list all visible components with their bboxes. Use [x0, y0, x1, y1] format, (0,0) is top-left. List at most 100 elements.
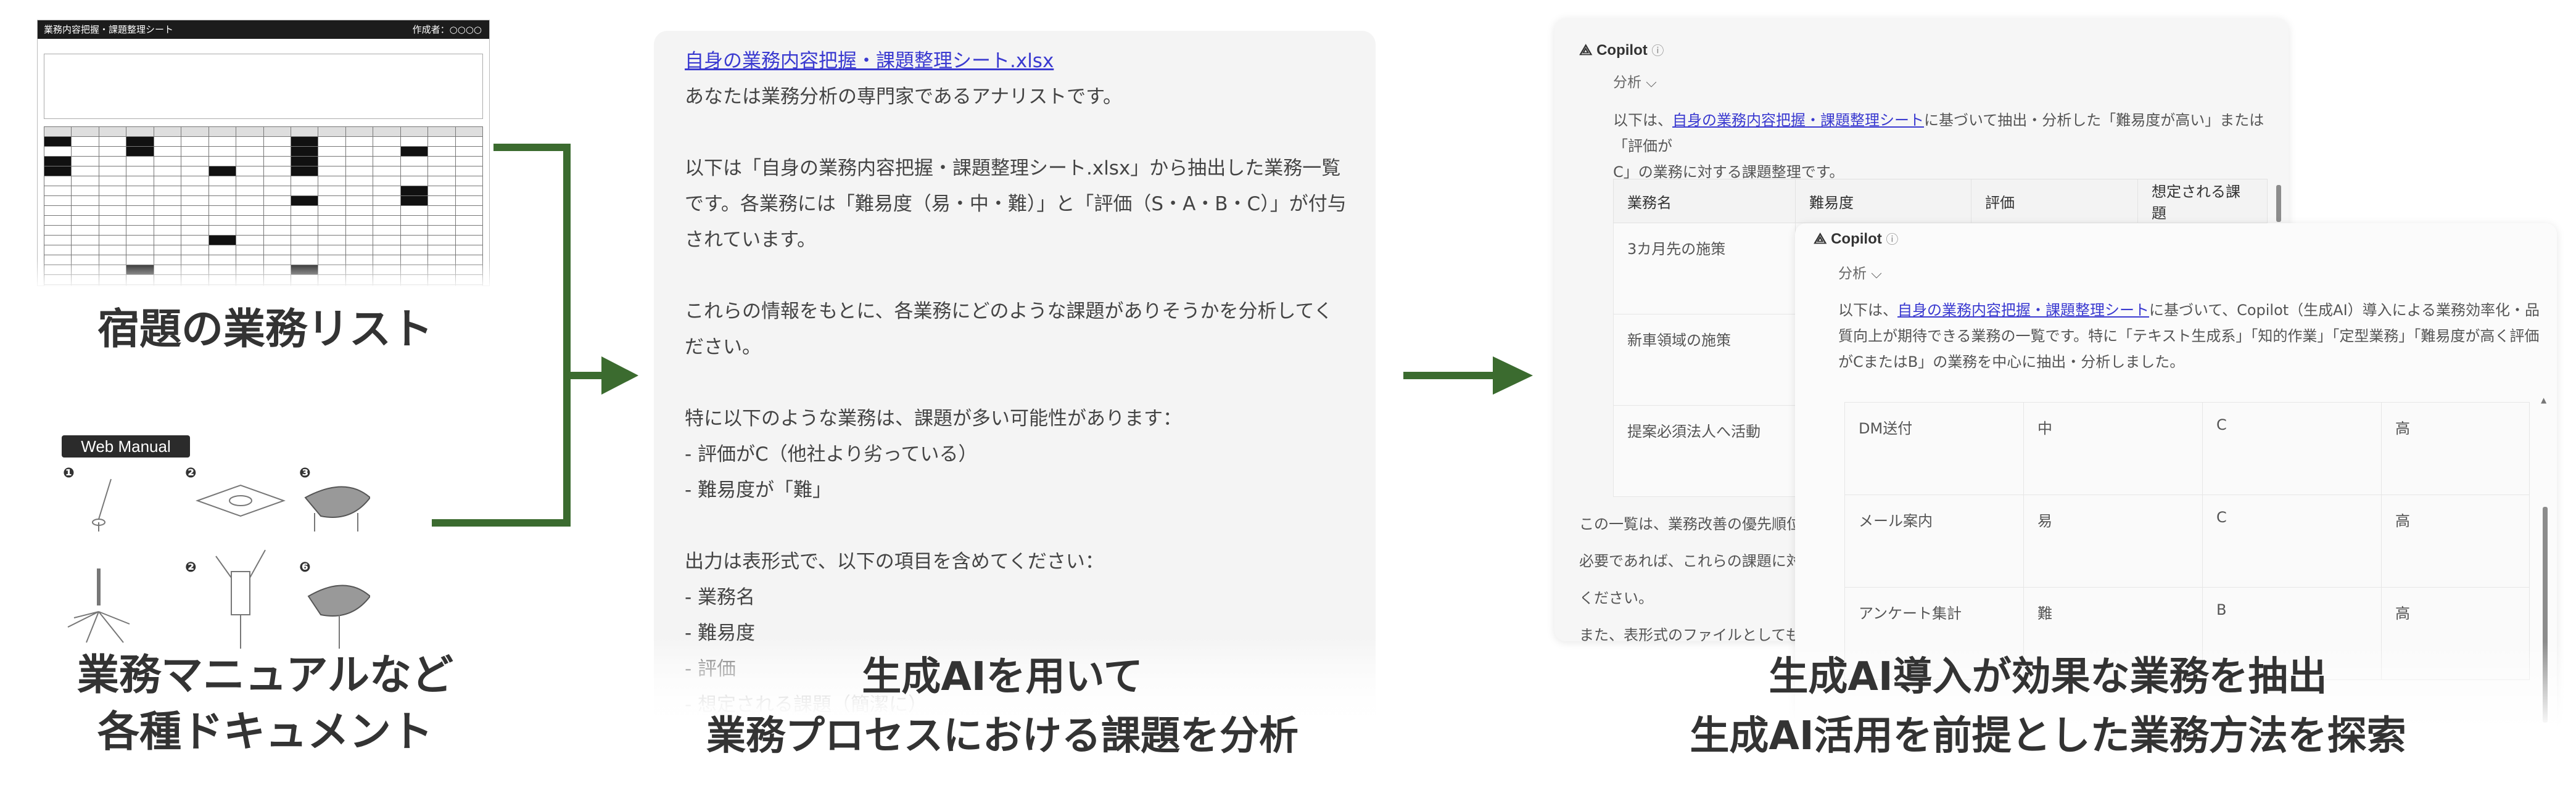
sheet-cell: [427, 156, 456, 166]
sheet-cell: [153, 176, 182, 186]
step-3-seat: [304, 486, 370, 518]
sheet-cell: [373, 186, 401, 196]
sheet-cell: [181, 225, 209, 236]
sheet-cell: [318, 136, 346, 147]
sheet-cell: [71, 225, 99, 236]
sheet-cell: [181, 245, 209, 255]
sheet-cell: [236, 126, 264, 137]
back-card-scrollbar[interactable]: [2276, 185, 2281, 222]
source-file-link[interactable]: 自身の業務内容把握・課題整理シート: [1672, 112, 1924, 129]
extraction-caption-line-1: 生成AI導入が効果な業務を抽出: [1769, 654, 2327, 700]
sheet-cell: [263, 225, 291, 236]
sheet-cell: [181, 205, 209, 216]
info-icon[interactable]: ⓘ: [1651, 44, 1664, 58]
sheet-cell: [427, 245, 456, 255]
sheet-cell: [263, 235, 291, 245]
copilot-intro-text: 以下は、自身の業務内容把握・課題整理シートに基づいて、Copilot（生成AI）…: [1838, 302, 2540, 371]
sheet-cell: [318, 235, 346, 245]
sheet-cell: [71, 235, 99, 245]
sheet-cell: [455, 195, 484, 206]
table-row: DM送付中 C 高: [1844, 402, 2530, 495]
sheet-cell: [71, 156, 99, 166]
sheet-cell: [236, 195, 264, 206]
step-2-plate: [196, 484, 286, 517]
sheet-cell: [236, 225, 264, 236]
sheet-cell: [208, 225, 237, 236]
sheet-cell: [290, 235, 319, 245]
analysis-caption-line-2: 業務プロセスにおける課題を分析: [706, 713, 1298, 759]
sheet-cell: [126, 126, 154, 137]
sheet-cell: [43, 176, 72, 186]
prompt-file-link[interactable]: 自身の業務内容把握・課題整理シート.xlsx: [685, 43, 1351, 79]
sheet-cell: [153, 146, 182, 157]
sheet-cell: [126, 205, 154, 216]
copilot-mode-dropdown[interactable]: 分析 ⌵: [1838, 261, 1882, 282]
sheet-row: [43, 215, 484, 226]
sheet-cell: [126, 156, 154, 166]
sheet-cell: [290, 136, 319, 147]
step-1-part: [98, 478, 112, 520]
sheet-cell: [427, 225, 456, 236]
sheet-cell: [318, 205, 346, 216]
sheet-cell: [400, 146, 429, 157]
sheet-cell: [208, 195, 237, 206]
sheet-cell: [400, 245, 429, 255]
sheet-cell: [290, 166, 319, 176]
sheet-cell: [318, 225, 346, 236]
prompt-line: 以下は「自身の業務内容把握・課題整理シート.xlsx」から抽出した業務一覧: [685, 157, 1341, 179]
connector-bottom-horizontal: [432, 519, 571, 527]
sheet-cell: [318, 146, 346, 157]
copilot-footer-text: この一覧は、業務改善の優先順位 必要であれば、これらの課題に対 ください。 また…: [1579, 515, 1801, 641]
sheet-cell: [290, 205, 319, 216]
sheet-cell: [345, 215, 374, 226]
connector-vertical: [563, 144, 571, 527]
sheet-cell: [455, 245, 484, 255]
sheet-cell: [400, 235, 429, 245]
sheet-cell: [427, 166, 456, 176]
prompt-blank-line: [685, 258, 1351, 293]
sheet-cell: [98, 235, 127, 245]
sheet-row: [43, 245, 484, 255]
source-file-link[interactable]: 自身の業務内容把握・課題整理シート: [1897, 302, 2149, 319]
sheet-cell: [71, 205, 99, 216]
step-6-seat: [307, 585, 370, 617]
table-cell-grade: C: [2202, 495, 2382, 588]
sheet-cell: [318, 156, 346, 166]
web-manual-badge: Web Manual: [62, 435, 190, 458]
sheet-cell: [318, 186, 346, 196]
sheet-cell: [373, 195, 401, 206]
sheet-row: [43, 146, 484, 157]
sheet-cell: [43, 205, 72, 216]
scroll-up-icon[interactable]: ▲: [2541, 396, 2546, 404]
arrow-1-head: [601, 356, 638, 395]
issue-table-column-header: 難易度: [1795, 179, 1971, 223]
connector-arrow-2-shaft: [1403, 372, 1496, 379]
table-cell-difficulty: 易: [2023, 495, 2203, 588]
sheet-row: [43, 156, 484, 166]
sheet-cell: [126, 215, 154, 226]
sheet-title: 業務内容把握・課題整理シート: [44, 24, 174, 35]
sheet-cell: [208, 245, 237, 255]
sheet-cell: [263, 205, 291, 216]
extraction-caption: 生成AI導入が効果な業務を抽出 生成AI活用を前提とした業務方法を探索: [1591, 647, 2504, 766]
sheet-cell: [236, 146, 264, 157]
prompt-line: あなたは業務分析の専門家であるアナリストです。: [685, 86, 1122, 108]
info-icon[interactable]: ⓘ: [1886, 233, 1898, 247]
step-5-number: ❷: [185, 560, 197, 575]
sheet-row: [43, 166, 484, 176]
sheet-cell: [427, 195, 456, 206]
sheet-cell: [98, 166, 127, 176]
step-3-number: ❸: [299, 466, 311, 481]
sheet-cell: [400, 176, 429, 186]
sheet-cell: [181, 215, 209, 226]
prompt-blank-line: [685, 365, 1351, 401]
table-cell-grade: C: [2202, 402, 2382, 495]
sheet-cell: [153, 235, 182, 245]
copilot-mode-dropdown[interactable]: 分析 ⌵: [1613, 70, 1657, 91]
sheet-cell: [71, 186, 99, 196]
sheet-cell: [345, 235, 374, 245]
sheet-cell: [43, 225, 72, 236]
connector-top-horizontal: [493, 144, 571, 151]
sheet-cell: [345, 245, 374, 255]
prompt-line: 出力は表形式で、以下の項目を含めてください：: [685, 551, 1104, 573]
